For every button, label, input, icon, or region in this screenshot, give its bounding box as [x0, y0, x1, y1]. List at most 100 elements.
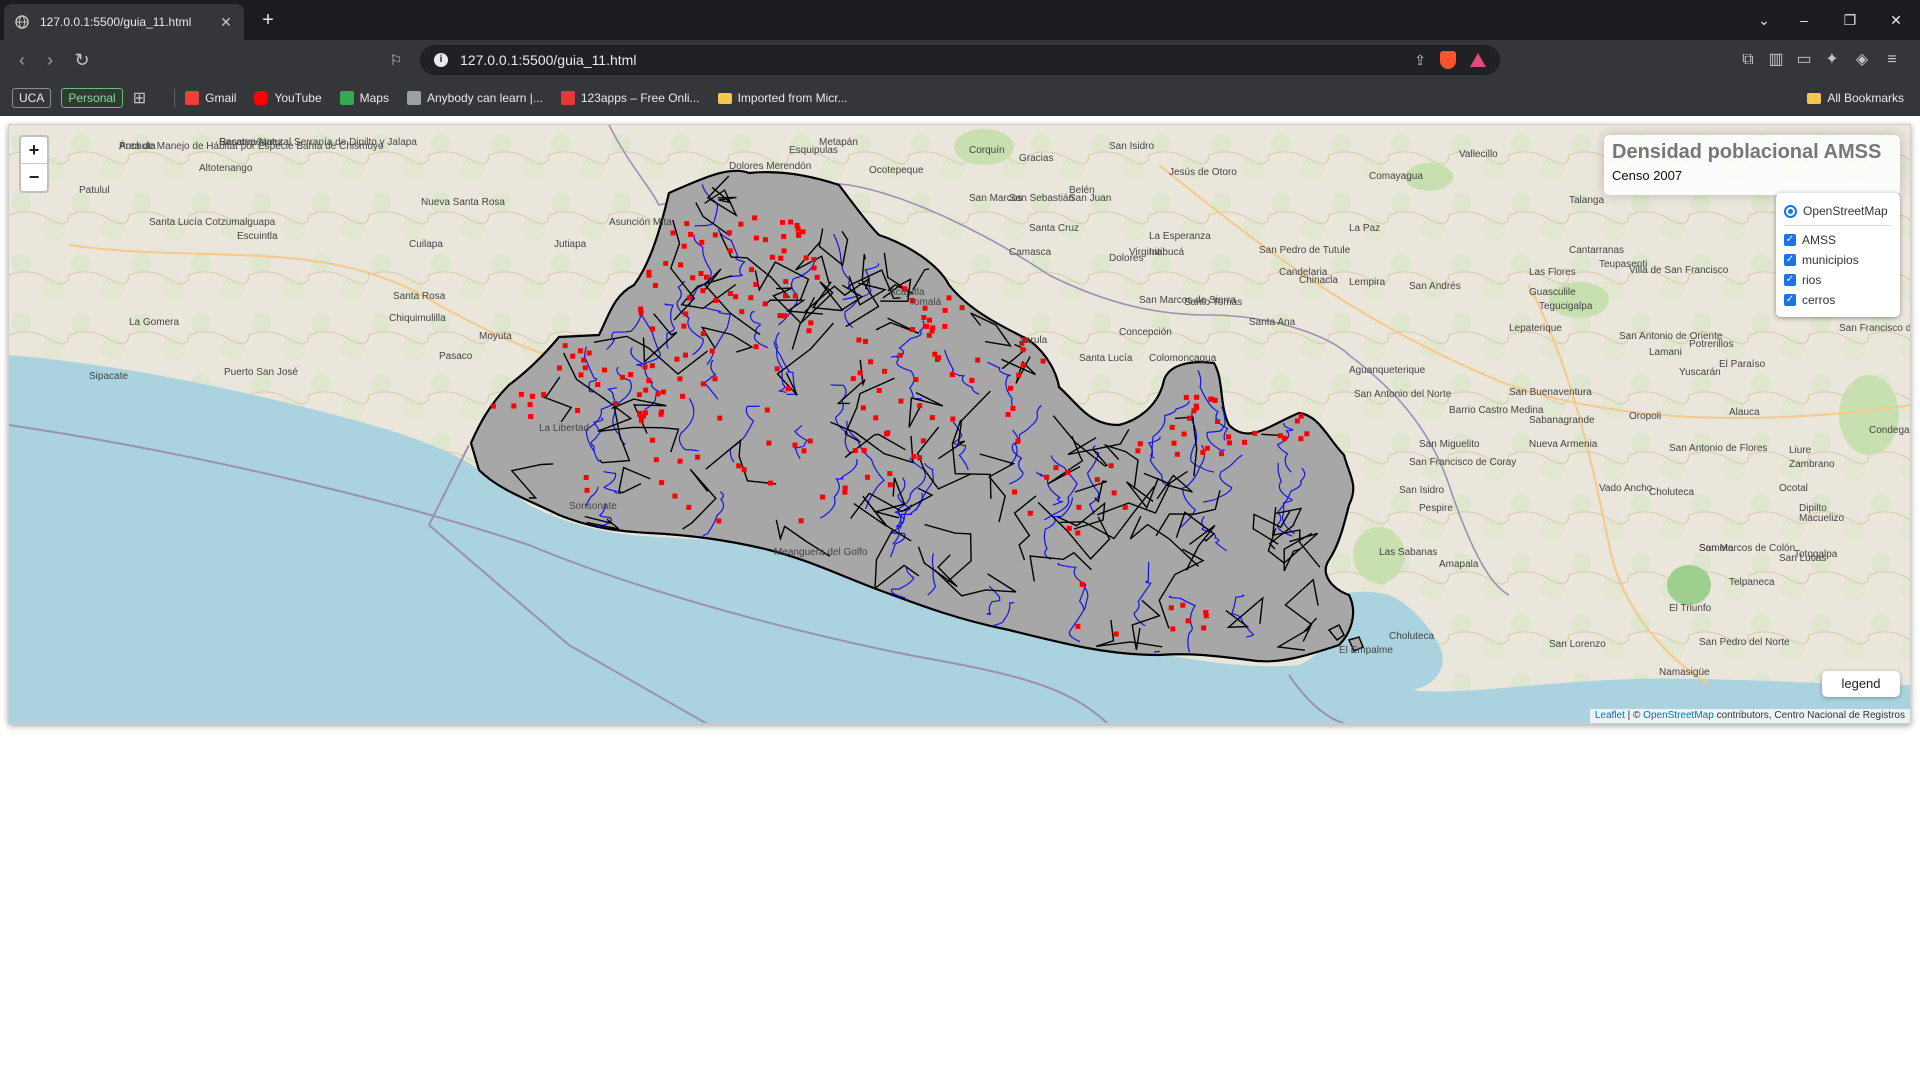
overlay-municipios[interactable]: ✓ municipios [1784, 250, 1892, 270]
osm-link[interactable]: OpenStreetMap [1643, 710, 1714, 721]
cerro-marker[interactable] [736, 463, 742, 469]
cerro-marker[interactable] [792, 442, 798, 448]
cerro-marker[interactable] [930, 325, 936, 331]
cerro-marker[interactable] [1027, 510, 1033, 516]
vpn-icon[interactable]: ◈ [1850, 48, 1874, 72]
cerro-marker[interactable] [490, 403, 496, 409]
cerro-marker[interactable] [582, 365, 588, 371]
all-bookmarks-button[interactable]: All Bookmarks [1807, 80, 1904, 116]
cerro-marker[interactable] [658, 411, 664, 417]
cerro-marker[interactable] [949, 372, 955, 378]
cerro-marker[interactable] [739, 309, 745, 315]
cerro-marker[interactable] [887, 482, 893, 488]
cerro-marker[interactable] [688, 231, 694, 237]
cerro-marker[interactable] [652, 282, 658, 288]
cerro-marker[interactable] [801, 448, 807, 454]
active-tab[interactable]: 127.0.0.1:5500/guia_11.html ✕ [4, 4, 244, 40]
cerro-marker[interactable] [781, 248, 787, 254]
cerro-marker[interactable] [1012, 489, 1017, 495]
cerro-marker[interactable] [586, 350, 592, 356]
cerro-marker[interactable] [637, 412, 643, 417]
cerro-marker[interactable] [699, 239, 705, 245]
cerro-marker[interactable] [1201, 625, 1207, 631]
cerro-marker[interactable] [1010, 405, 1016, 411]
cerro-marker[interactable] [794, 223, 800, 228]
cerro-marker[interactable] [924, 323, 930, 329]
layer-control[interactable]: OpenStreetMap ✓ AMSS ✓ municipios ✓ rios… [1776, 193, 1900, 317]
cerro-marker[interactable] [769, 254, 775, 260]
bookmark-gmail[interactable]: Gmail [185, 91, 236, 105]
cerro-marker[interactable] [575, 408, 581, 413]
cerro-marker[interactable] [921, 315, 927, 320]
cerro-marker[interactable] [1076, 504, 1082, 510]
reload-icon[interactable]: ↻ [70, 48, 94, 72]
cerro-marker[interactable] [642, 410, 648, 416]
cerro-marker[interactable] [1200, 450, 1206, 455]
cerro-marker[interactable] [753, 281, 759, 287]
cerro-marker[interactable] [882, 368, 887, 374]
cerro-marker[interactable] [700, 381, 706, 387]
cerro-marker[interactable] [1135, 448, 1141, 454]
cerro-marker[interactable] [619, 374, 625, 380]
cerro-marker[interactable] [678, 262, 683, 268]
checkbox-checked-icon[interactable]: ✓ [1784, 234, 1796, 246]
minimize-button[interactable]: – [1788, 8, 1820, 32]
cerro-marker[interactable] [1079, 581, 1085, 587]
cerro-marker[interactable] [1204, 445, 1210, 451]
cerro-marker[interactable] [950, 416, 956, 422]
cerro-marker[interactable] [1219, 451, 1224, 457]
cerro-marker[interactable] [1094, 477, 1100, 483]
cerro-marker[interactable] [638, 417, 644, 423]
leaflet-link[interactable]: Leaflet [1595, 710, 1625, 721]
cerro-marker[interactable] [672, 493, 678, 499]
cerro-marker[interactable] [677, 458, 683, 464]
cerro-marker[interactable] [1008, 385, 1013, 391]
cerro-marker[interactable] [704, 274, 709, 280]
cerro-marker[interactable] [670, 230, 676, 236]
cerro-marker[interactable] [700, 288, 706, 294]
cerro-marker[interactable] [1242, 439, 1247, 445]
cerro-marker[interactable] [578, 372, 584, 378]
cerro-marker[interactable] [1183, 394, 1189, 400]
cerro-marker[interactable] [709, 348, 715, 354]
tab-search-icon[interactable]: ⌄ [1748, 8, 1780, 32]
cerro-marker[interactable] [642, 364, 648, 370]
cerro-marker[interactable] [738, 221, 744, 227]
cerro-marker[interactable] [762, 237, 768, 243]
cerro-marker[interactable] [650, 326, 655, 332]
cerro-marker[interactable] [975, 357, 981, 363]
sidebar-icon[interactable]: ▥ [1764, 48, 1788, 72]
bookmark-chip-personal[interactable]: Personal [61, 88, 123, 108]
cerro-marker[interactable] [1113, 631, 1119, 637]
close-window-button[interactable]: ✕ [1880, 8, 1912, 32]
cerro-marker[interactable] [909, 327, 915, 332]
cerro-marker[interactable] [1168, 605, 1174, 611]
cerro-marker[interactable] [911, 454, 917, 459]
overlay-amss[interactable]: ✓ AMSS [1784, 230, 1892, 250]
cerro-marker[interactable] [783, 293, 788, 299]
cerro-marker[interactable] [868, 359, 873, 365]
cerro-marker[interactable] [1111, 490, 1117, 496]
restore-button[interactable]: ❐ [1834, 8, 1866, 32]
cerro-marker[interactable] [1208, 396, 1214, 402]
cerro-marker[interactable] [1040, 358, 1046, 364]
bookmark-123apps[interactable]: 123apps – Free Onli... [560, 91, 700, 105]
cerro-marker[interactable] [873, 415, 879, 421]
cerro-marker[interactable] [602, 367, 607, 373]
cerro-marker[interactable] [1180, 602, 1186, 608]
cerro-marker[interactable] [1171, 440, 1177, 446]
cerro-marker[interactable] [1075, 623, 1081, 629]
cerro-marker[interactable] [677, 376, 683, 382]
cerro-marker[interactable] [681, 243, 687, 249]
cerro-marker[interactable] [917, 455, 923, 461]
cerro-marker[interactable] [768, 480, 773, 486]
cerro-marker[interactable] [577, 348, 583, 354]
cerro-marker[interactable] [511, 403, 517, 409]
cerro-marker[interactable] [806, 328, 812, 334]
cerro-marker[interactable] [1169, 424, 1175, 430]
cerro-marker[interactable] [570, 353, 576, 359]
cerro-marker[interactable] [686, 504, 692, 510]
cerro-marker[interactable] [1015, 438, 1021, 444]
bookmark-youtube[interactable]: YouTube [254, 91, 322, 105]
cerro-marker[interactable] [649, 437, 655, 443]
